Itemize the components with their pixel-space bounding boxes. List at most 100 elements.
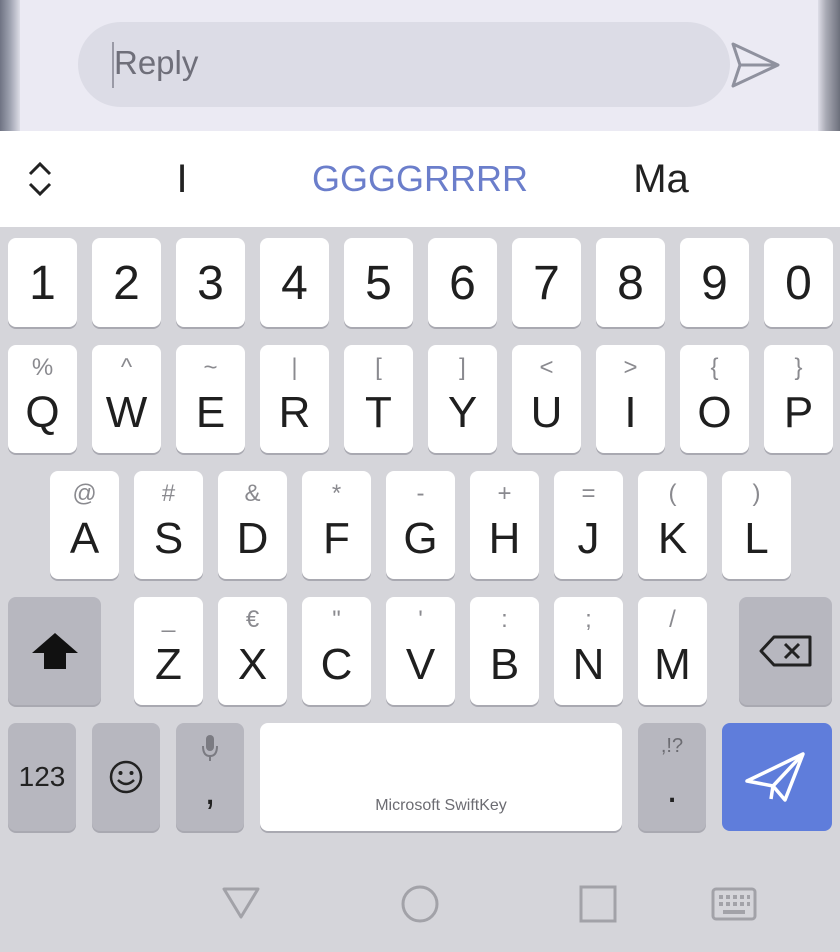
suggestion-right[interactable]: Ma [586, 131, 736, 227]
backspace-key[interactable] [739, 597, 832, 705]
numbers-key-label: 123 [18, 761, 66, 792]
key-d[interactable]: & D [218, 471, 287, 579]
suggestion-center[interactable]: GGGGRRRR [280, 131, 560, 227]
emoji-key[interactable] [92, 723, 160, 831]
key-z[interactable]: _ Z [134, 597, 203, 705]
key-e[interactable]: ~ E [176, 345, 245, 453]
key-g[interactable]: -G [386, 471, 455, 579]
space-key[interactable]: Microsoft SwiftKey [260, 723, 622, 831]
key-q[interactable]: % Q [8, 345, 77, 453]
key-label: X [237, 640, 268, 689]
key-4[interactable]: 4 [260, 238, 329, 327]
numbers-key[interactable]: 123 [8, 723, 76, 831]
key-u[interactable]: < U [512, 345, 581, 453]
chevron-up-down-icon[interactable] [26, 161, 54, 197]
key-secondary-label: { [710, 354, 719, 381]
key-label: U [530, 388, 563, 437]
key-label: Z [155, 640, 182, 689]
key-secondary-label: [ [375, 354, 382, 381]
key-secondary-label: : [501, 606, 508, 633]
key-secondary-label: ~ [203, 354, 218, 381]
backspace-icon [759, 635, 812, 667]
home-circle-icon[interactable] [400, 884, 440, 924]
key-o[interactable]: {O [680, 345, 749, 453]
key-7[interactable]: 7 [512, 238, 581, 327]
emoji-smiley-icon [109, 760, 143, 794]
key-secondary-label: " [332, 606, 341, 633]
key-2[interactable]: 2 [92, 238, 161, 327]
recents-square-icon[interactable] [579, 885, 617, 923]
send-icon[interactable] [728, 40, 782, 90]
key-secondary-label: & [244, 480, 261, 507]
key-label: B [489, 640, 520, 689]
key-j[interactable]: = J [554, 471, 623, 579]
key-label: T [365, 388, 392, 437]
key-label: I [624, 388, 637, 437]
key-6[interactable]: 6 [428, 238, 497, 327]
key-label: R [278, 388, 311, 437]
key-1[interactable]: 1 [8, 238, 77, 327]
key-b[interactable]: :B [470, 597, 539, 705]
key-label: F [323, 514, 350, 563]
key-i[interactable]: > I [596, 345, 665, 453]
comma-label: , [204, 769, 216, 813]
key-0[interactable]: 0 [764, 238, 833, 327]
send-key[interactable] [722, 723, 832, 831]
comma-key[interactable]: , [176, 723, 244, 831]
key-secondary-label: > [623, 354, 638, 381]
key-k[interactable]: (K [638, 471, 707, 579]
key-secondary-label: % [31, 354, 54, 381]
key-l[interactable]: ) L [722, 471, 791, 579]
suggestion-strip: I GGGGRRRR Ma [0, 131, 840, 227]
key-r[interactable]: | R [260, 345, 329, 453]
paper-plane-icon [745, 752, 805, 802]
key-h[interactable]: + H [470, 471, 539, 579]
key-secondary-label: ) [752, 480, 761, 507]
key-secondary-label: + [497, 480, 512, 507]
keyboard-icon[interactable] [711, 887, 757, 921]
key-y[interactable]: ] Y [428, 345, 497, 453]
key-3[interactable]: 3 [176, 238, 245, 327]
key-secondary-label: € [245, 606, 260, 633]
shift-key[interactable] [8, 597, 101, 705]
reply-input[interactable]: Reply [78, 22, 730, 107]
key-secondary-label: < [539, 354, 554, 381]
shift-arrow-icon [32, 633, 78, 669]
key-5[interactable]: 5 [344, 238, 413, 327]
key-s[interactable]: # S [134, 471, 203, 579]
key-secondary-label: } [794, 354, 803, 381]
key-label: Q [25, 388, 60, 437]
key-x[interactable]: € X [218, 597, 287, 705]
key-m[interactable]: / M [638, 597, 707, 705]
key-label: 8 [617, 257, 644, 310]
key-secondary-label: @ [72, 480, 97, 507]
key-8[interactable]: 8 [596, 238, 665, 327]
key-label: L [744, 514, 769, 563]
key-label: W [105, 388, 148, 437]
key-secondary-label: ' [418, 606, 423, 633]
key-n[interactable]: ; N [554, 597, 623, 705]
period-key[interactable]: ,!? . [638, 723, 706, 831]
key-label: 9 [701, 257, 728, 310]
key-label: M [654, 640, 691, 689]
key-label: O [697, 388, 732, 437]
system-nav-bar [0, 840, 840, 952]
key-w[interactable]: ^ W [92, 345, 161, 453]
key-secondary-label: ] [459, 354, 466, 381]
key-t[interactable]: [T [344, 345, 413, 453]
period-key-secondary: ,!? [660, 735, 684, 757]
key-a[interactable]: @ A [50, 471, 119, 579]
key-v[interactable]: ' V [386, 597, 455, 705]
key-label: 0 [785, 257, 812, 310]
key-label: S [153, 514, 184, 563]
key-secondary-label: = [581, 480, 596, 507]
key-9[interactable]: 9 [680, 238, 749, 327]
key-f[interactable]: * F [302, 471, 371, 579]
key-c[interactable]: " C [302, 597, 371, 705]
key-p[interactable]: } P [764, 345, 833, 453]
key-secondary-label: * [331, 480, 342, 507]
back-triangle-icon[interactable] [221, 886, 261, 920]
key-label: Y [447, 388, 478, 437]
suggestion-left[interactable]: I [112, 131, 252, 227]
key-label: N [572, 640, 605, 689]
